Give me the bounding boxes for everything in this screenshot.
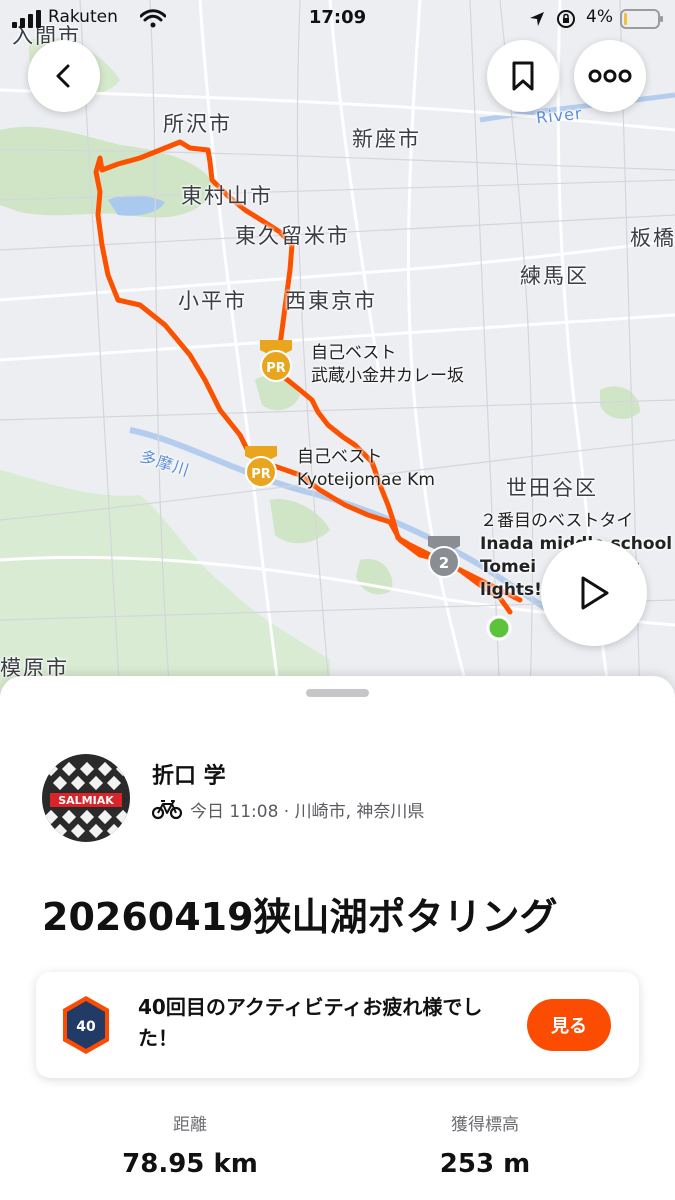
flyover-play-button[interactable] [541, 540, 647, 646]
more-button[interactable] [574, 40, 646, 112]
status-bar: Rakuten 17:09 4% [0, 0, 675, 38]
segment-second-status: ２番目のベストタイ [480, 511, 634, 531]
bike-icon [152, 800, 182, 820]
pr-medal-icon[interactable]: PR [256, 336, 296, 384]
avatar-image: SALMIAK [42, 754, 130, 842]
bookmark-icon [512, 61, 534, 91]
activity-date-location: 今日 11:08 · 川崎市, 神奈川県 [190, 801, 425, 822]
map-label-nerima: 練馬区 [520, 264, 589, 288]
stat-elevation: 獲得標高 253 m [365, 1110, 605, 1179]
achievement-text: 40回目のアクティビティお疲れ様でした！ [138, 995, 483, 1050]
activity-count-badge-number: 40 [76, 1019, 96, 1035]
segment-pr1-status: 自己ベスト [311, 343, 397, 363]
map-label-nishitokyo: 西東京市 [285, 289, 377, 313]
activity-title: 20260419狭山湖ポタリング [42, 895, 558, 939]
stat-elevation-value: 253 m [439, 1149, 531, 1179]
battery-percentage: 4% [586, 7, 613, 27]
back-arrow-icon [56, 64, 70, 88]
map-label-higashikurume: 東久留米市 [235, 224, 350, 248]
second-badge-text: 2 [439, 554, 449, 572]
more-icon [588, 69, 632, 83]
location-arrow-icon [530, 12, 544, 26]
segment-pr1-name: 武蔵小金井カレー坂 [311, 366, 464, 386]
view-achievement-button[interactable]: 見る [527, 999, 611, 1051]
stat-distance-value: 78.95 km [122, 1149, 258, 1179]
sheet-grabber[interactable] [306, 689, 369, 697]
segment-pr2-name: Kyoteijomae Km [297, 470, 435, 490]
athlete-name[interactable]: 折口 学 [152, 758, 226, 790]
segment-second-name-2: Tomei [480, 557, 537, 577]
back-button[interactable] [28, 40, 100, 112]
activity-sheet[interactable]: SALMIAK 折口 学 今日 11:08 · 川崎市, 神奈川県 202604… [0, 676, 675, 1200]
segment-pr1-label: 自己ベスト 武蔵小金井カレー坂 [311, 342, 464, 388]
segment-pr2-label: 自己ベスト Kyoteijomae Km [297, 446, 435, 492]
map-label-higashimurayama: 東村山市 [181, 184, 273, 208]
pr-medal-icon[interactable]: PR [241, 442, 281, 490]
route-map[interactable]: 入間市 所沢市 新座市 東村山市 東久留米市 板橋 練馬区 小平市 西東京市 多… [0, 0, 675, 700]
map-label-tokorozawa: 所沢市 [163, 112, 232, 136]
map-label-niiza: 新座市 [352, 127, 421, 151]
activity-meta: 今日 11:08 · 川崎市, 神奈川県 [152, 794, 424, 824]
segment-pr2-status: 自己ベスト [297, 447, 383, 467]
stat-distance: 距離 78.95 km [70, 1110, 310, 1179]
map-label-setagaya: 世田谷区 [506, 476, 598, 500]
avatar[interactable]: SALMIAK [42, 754, 130, 842]
stat-distance-label: 距離 [173, 1115, 207, 1135]
bookmark-button[interactable] [487, 40, 559, 112]
map-label-itabashi: 板橋 [630, 226, 675, 250]
map-label-kodaira: 小平市 [178, 289, 247, 313]
pr-badge-text: PR [251, 467, 271, 482]
stat-elevation-label: 獲得標高 [451, 1115, 519, 1135]
second-medal-icon[interactable]: 2 [424, 532, 464, 580]
play-icon [581, 576, 609, 610]
activity-count-badge-icon: 40 [63, 996, 109, 1054]
avatar-text: SALMIAK [58, 794, 114, 807]
battery-icon [620, 9, 663, 29]
pr-badge-text: PR [266, 361, 286, 376]
achievement-card[interactable]: 40 40回目のアクティビティお疲れ様でした！ 見る [36, 972, 639, 1078]
rotation-lock-icon [557, 10, 575, 28]
